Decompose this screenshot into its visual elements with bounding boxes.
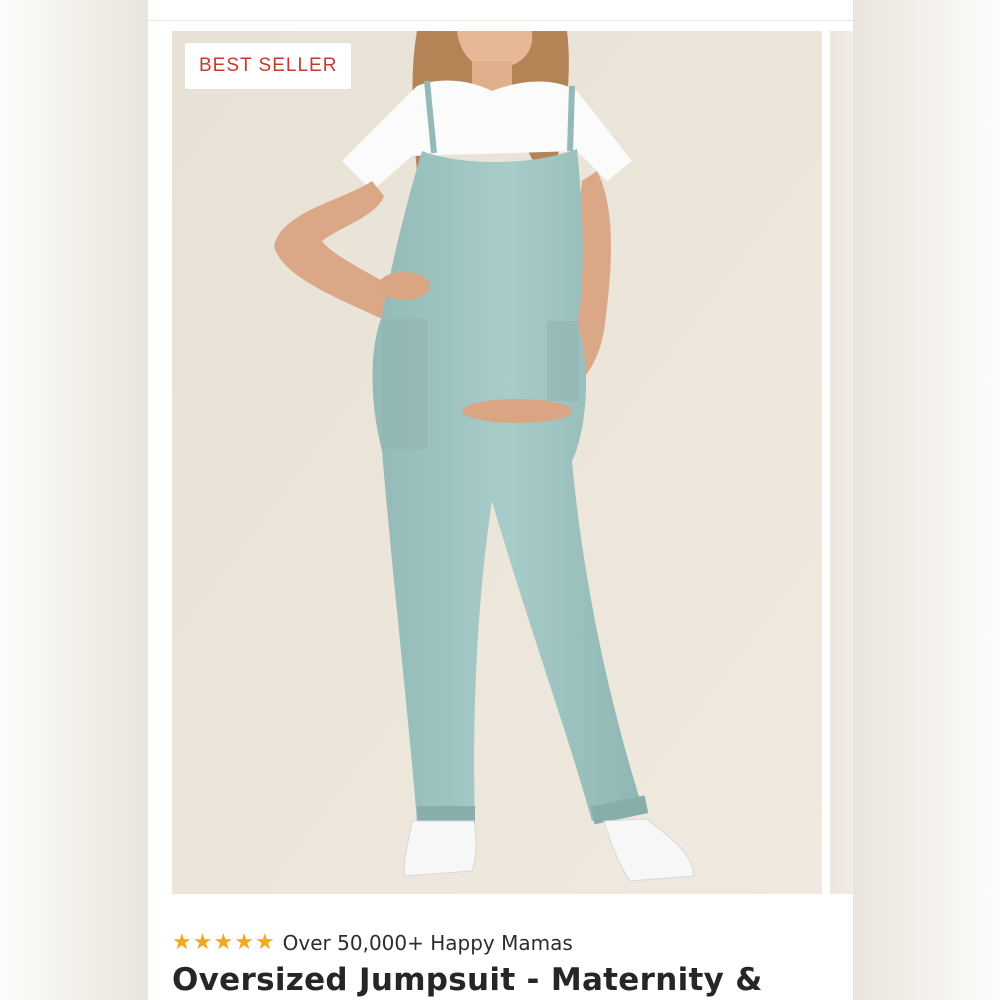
product-photo-svg: [172, 31, 822, 894]
star-icon: ★: [254, 930, 275, 955]
review-count-text: Over 50,000+ Happy Mamas: [282, 931, 573, 955]
product-title[interactable]: Oversized Jumpsuit - Maternity &: [172, 962, 852, 998]
best-seller-badge: BEST SELLER: [185, 43, 352, 89]
star-icon: ★: [192, 930, 213, 955]
blurred-background-left: [0, 0, 148, 1000]
star-rating: ★ ★ ★ ★ ★: [172, 932, 275, 954]
product-card: BEST SELLER ★ ★ ★ ★ ★ Over 50,000+ Happy…: [148, 0, 853, 1000]
rating-row: ★ ★ ★ ★ ★ Over 50,000+ Happy Mamas: [172, 928, 573, 958]
divider: [148, 20, 853, 21]
star-icon: ★: [172, 930, 192, 955]
next-image-peek[interactable]: [830, 31, 853, 894]
star-icon: ★: [213, 930, 234, 955]
product-image[interactable]: BEST SELLER: [172, 31, 822, 894]
blurred-background-right: [852, 0, 1000, 1000]
star-icon: ★: [234, 930, 254, 955]
